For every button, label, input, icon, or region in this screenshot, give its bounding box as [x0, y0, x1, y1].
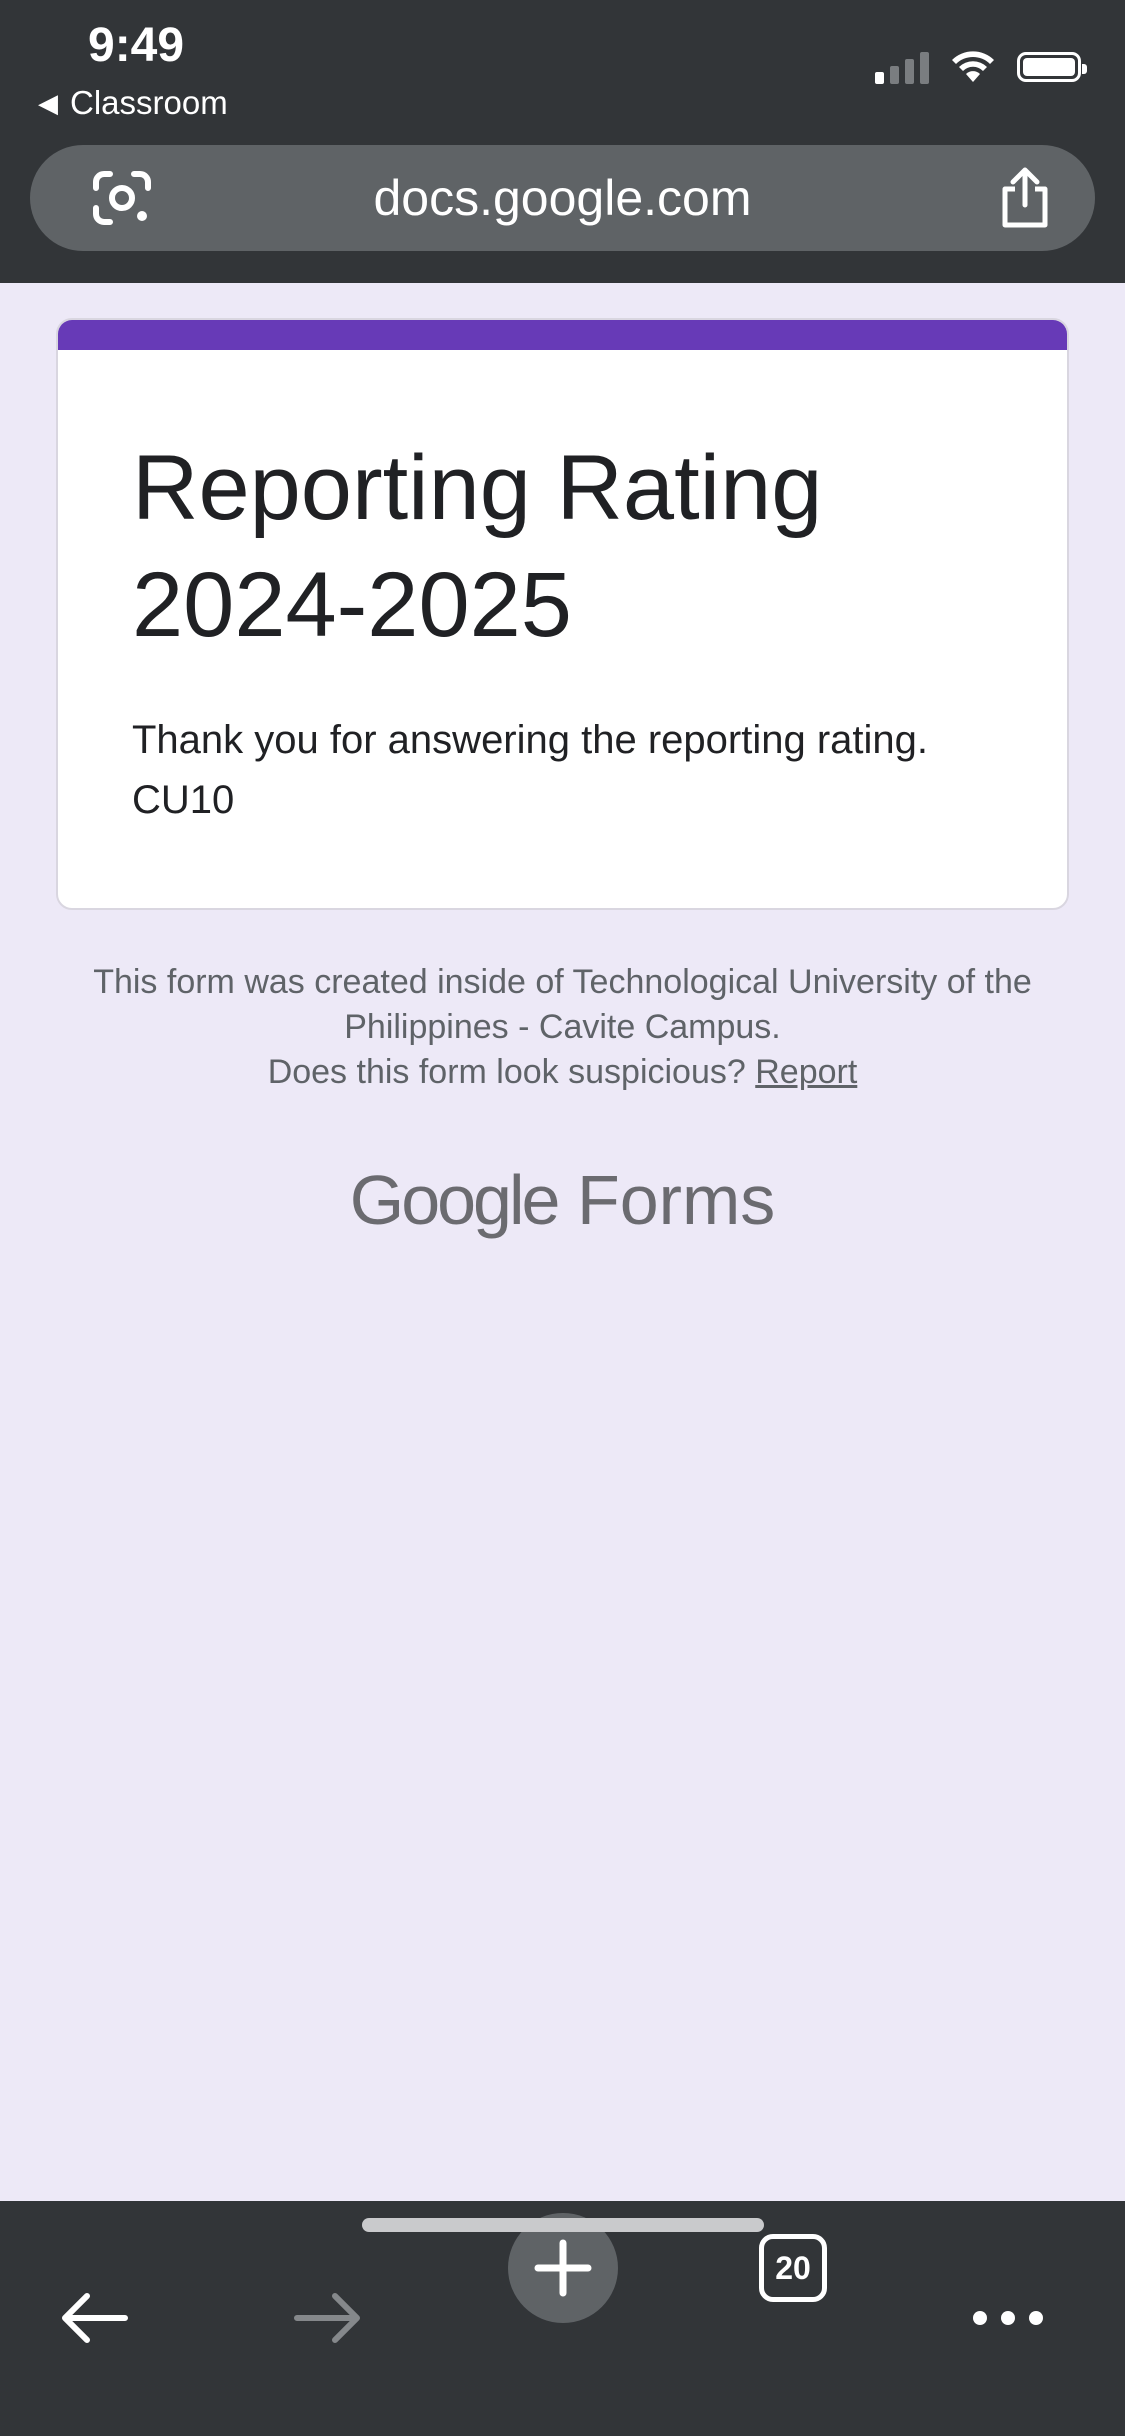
report-link[interactable]: Report	[755, 1053, 857, 1091]
url-text[interactable]: docs.google.com	[30, 145, 1095, 251]
status-time: 9:49	[88, 19, 185, 72]
address-bar[interactable]: docs.google.com	[30, 145, 1095, 251]
tab-switcher-button[interactable]: 20	[759, 2234, 827, 2302]
forward-button[interactable]	[267, 2263, 387, 2373]
suspicious-question: Does this form look suspicious?	[267, 1053, 746, 1091]
home-indicator[interactable]	[362, 2218, 764, 2232]
back-to-app-link[interactable]: ◀ Classroom	[38, 84, 228, 122]
back-arrow-icon	[62, 2293, 128, 2343]
google-lens-icon[interactable]	[90, 168, 154, 228]
battery-icon	[1017, 52, 1087, 82]
form-confirmation-message: Thank you for answering the reporting ra…	[132, 718, 928, 822]
more-options-button[interactable]	[948, 2263, 1068, 2373]
browser-bottom-toolbar: 20	[0, 2201, 1125, 2436]
google-wordmark: Google	[349, 1161, 561, 1239]
back-button[interactable]	[35, 2263, 155, 2373]
back-app-label: Classroom	[70, 84, 228, 121]
forms-wordmark: Forms	[576, 1161, 776, 1239]
form-footer: This form was created inside of Technolo…	[60, 960, 1065, 1095]
created-by-text: This form was created inside of Technolo…	[93, 963, 1032, 1046]
back-triangle-icon: ◀	[38, 87, 58, 118]
browser-top-bar: 9:49 ◀ Classroom docs.google.com	[0, 0, 1125, 283]
status-icons	[875, 50, 1087, 84]
report-line: Does this form look suspicious? Report	[60, 1050, 1065, 1095]
form-header-card: Reporting Rating 2024-2025 Thank you for…	[56, 318, 1069, 910]
forward-arrow-icon	[294, 2293, 360, 2343]
google-forms-logo[interactable]: Google Forms	[0, 1155, 1125, 1245]
share-icon[interactable]	[995, 165, 1055, 231]
more-icon	[973, 2311, 1043, 2325]
tab-count: 20	[775, 2250, 811, 2286]
card-accent-strip	[58, 320, 1067, 350]
wifi-icon	[952, 51, 994, 82]
cellular-signal-icon	[875, 50, 929, 84]
form-title: Reporting Rating 2024-2025	[132, 437, 823, 656]
